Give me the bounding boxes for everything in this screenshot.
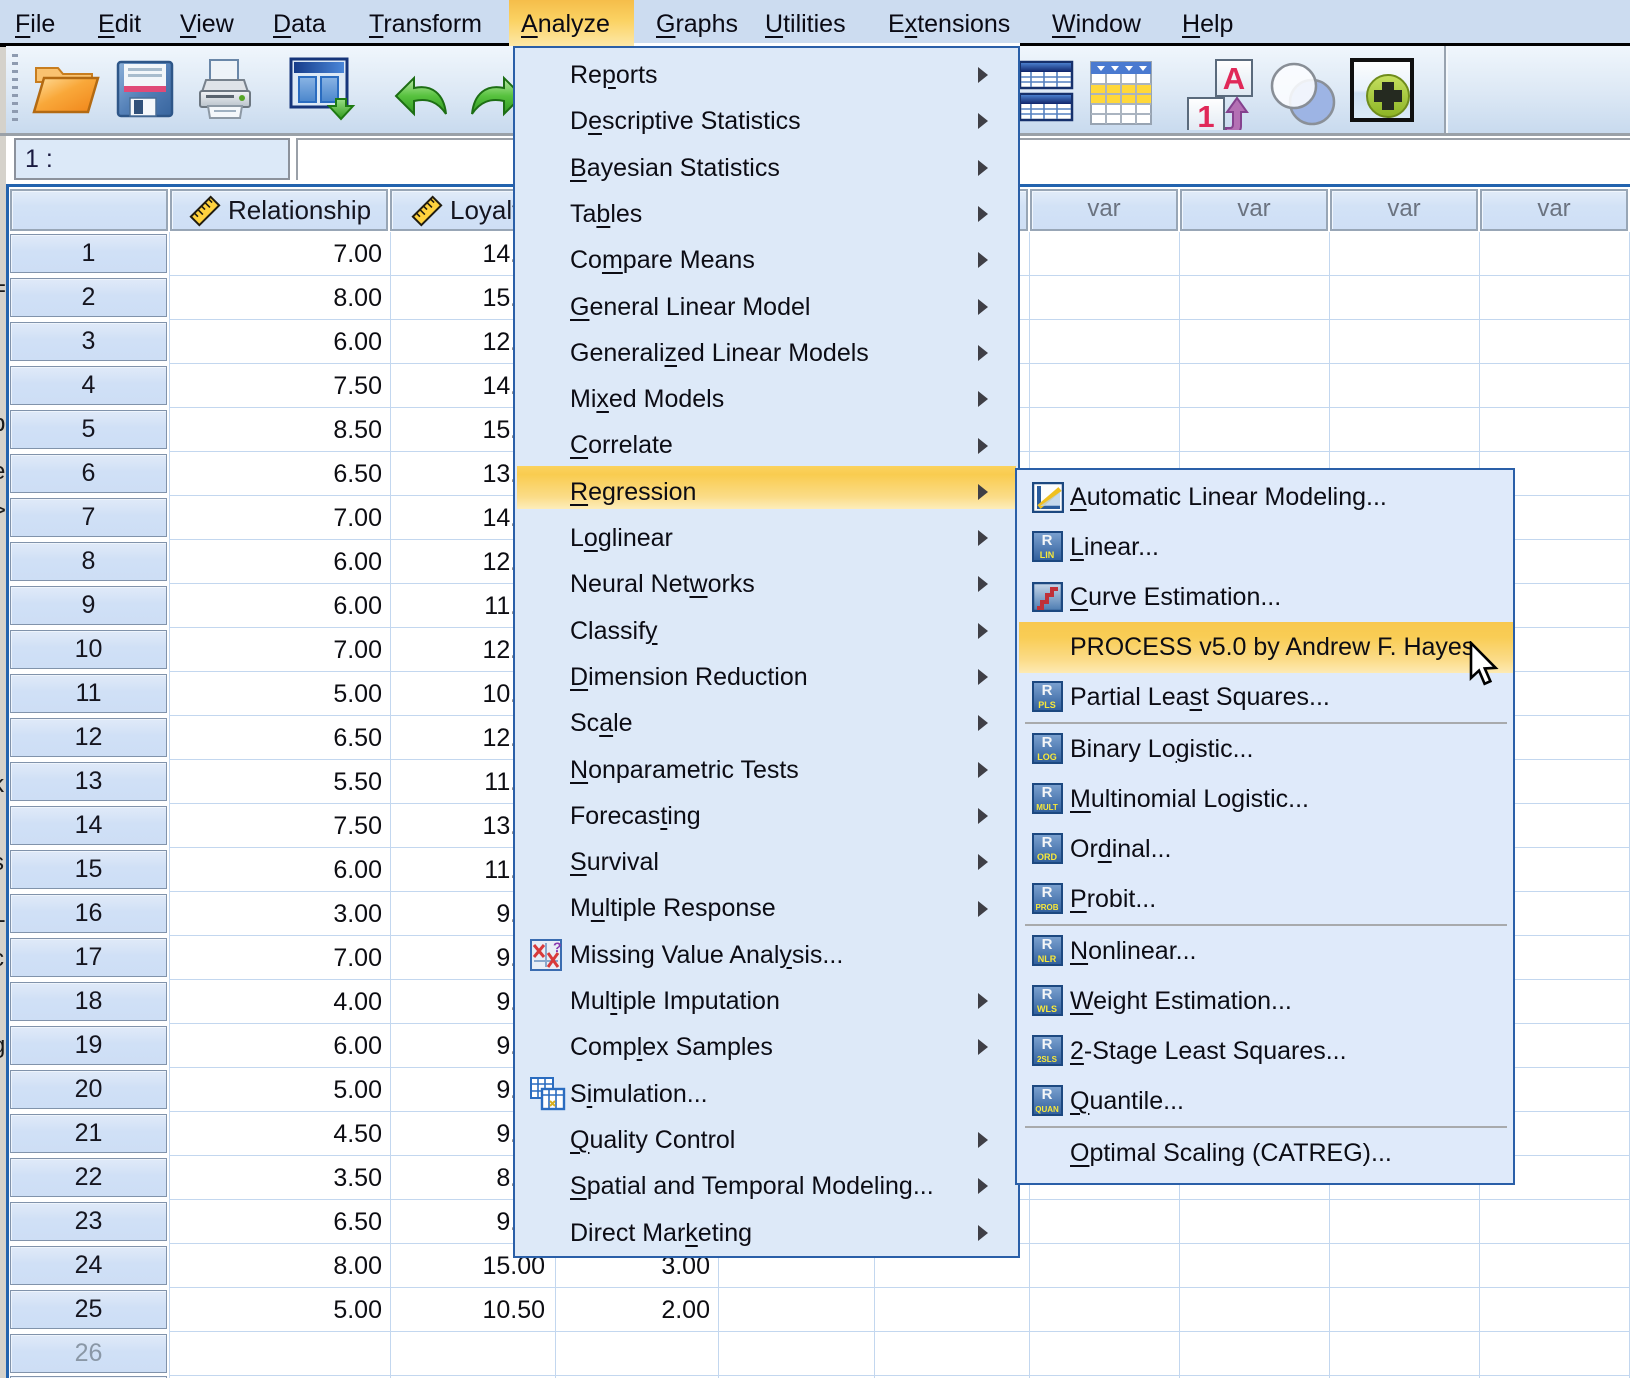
svg-text:LIN: LIN <box>1040 550 1055 560</box>
svg-text:R: R <box>1042 1036 1053 1053</box>
svg-text:R: R <box>1042 682 1053 699</box>
svg-text:R: R <box>1042 784 1053 801</box>
svg-text:PLS: PLS <box>1038 700 1056 710</box>
svg-text:WLS: WLS <box>1037 1004 1057 1014</box>
svg-text:1: 1 <box>1197 99 1214 130</box>
svg-text:R: R <box>1042 936 1053 953</box>
svg-text:R: R <box>1042 1086 1053 1103</box>
svg-text:R: R <box>1042 884 1053 901</box>
svg-text:2SLS: 2SLS <box>1037 1055 1058 1064</box>
svg-text:MULT: MULT <box>1036 803 1058 812</box>
svg-text:R: R <box>1042 532 1053 549</box>
svg-text:R: R <box>1042 986 1053 1003</box>
svg-text:NLR: NLR <box>1038 954 1057 964</box>
svg-text:A: A <box>1223 61 1245 96</box>
svg-text:?: ? <box>553 939 562 955</box>
svg-text:PROB: PROB <box>1035 903 1058 912</box>
svg-text:R: R <box>1042 834 1053 851</box>
svg-text:R: R <box>1042 734 1053 751</box>
svg-text:LOG: LOG <box>1037 752 1057 762</box>
svg-text:QUAN: QUAN <box>1035 1105 1059 1114</box>
svg-text:ORD: ORD <box>1037 852 1058 862</box>
